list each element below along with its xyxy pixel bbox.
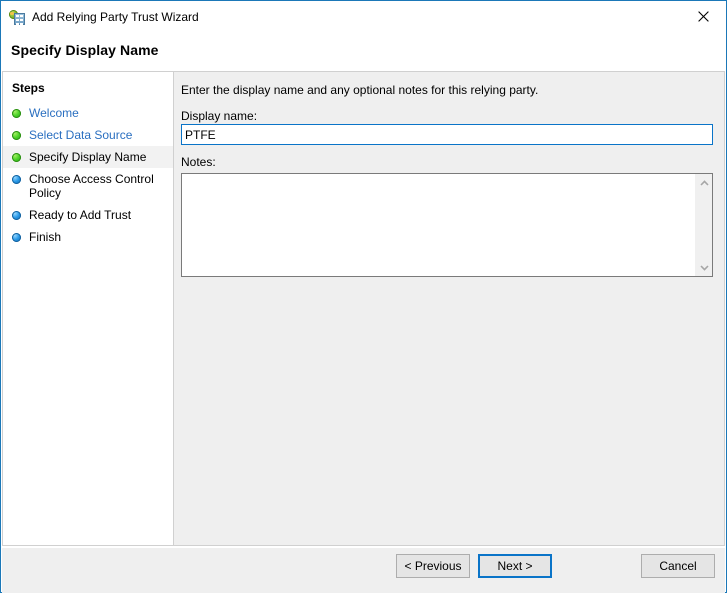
step-bullet-icon [12,109,21,118]
relying-party-trust-icon [9,9,25,25]
step-bullet-icon [12,175,21,184]
steps-heading: Steps [12,81,45,95]
next-button[interactable]: Next > [478,554,552,578]
sidebar-item-choose-access-control-policy[interactable]: Choose Access Control Policy [3,168,173,204]
step-bullet-icon [12,233,21,242]
sidebar-item-finish[interactable]: Finish [3,226,173,248]
cancel-button[interactable]: Cancel [641,554,715,578]
wizard-window: Add Relying Party Trust Wizard Specify D… [0,0,727,593]
instruction-text: Enter the display name and any optional … [181,83,539,97]
wizard-body: Steps Welcome Select Data Source Specify… [2,71,725,546]
page-title: Specify Display Name [11,42,159,58]
chevron-up-icon[interactable] [696,174,713,191]
notes-scrollbar[interactable] [695,174,712,276]
notes-label: Notes: [181,155,216,169]
sidebar-item-welcome[interactable]: Welcome [3,102,173,124]
chevron-down-icon[interactable] [696,259,713,276]
step-label: Specify Display Name [29,150,147,164]
previous-button[interactable]: < Previous [396,554,470,578]
step-bullet-icon [12,131,21,140]
step-label: Welcome [29,106,79,120]
step-label: Ready to Add Trust [29,208,132,222]
sidebar-item-ready-to-add-trust[interactable]: Ready to Add Trust [3,204,173,226]
step-bullet-icon [12,153,21,162]
content-pane: Enter the display name and any optional … [174,72,724,545]
button-bar: < Previous Next > Cancel [2,547,725,593]
title-bar: Add Relying Party Trust Wizard [1,1,726,32]
steps-list: Welcome Select Data Source Specify Displ… [3,102,173,248]
step-label: Choose Access Control Policy [29,172,154,200]
close-icon[interactable] [681,1,726,31]
steps-pane: Steps Welcome Select Data Source Specify… [3,72,174,545]
step-label: Finish [29,230,62,244]
display-name-label: Display name: [181,109,258,123]
sidebar-item-specify-display-name[interactable]: Specify Display Name [3,146,173,168]
step-label: Select Data Source [29,128,133,142]
header-band: Specify Display Name [1,32,726,71]
display-name-input[interactable] [181,124,713,145]
window-title: Add Relying Party Trust Wizard [32,9,199,24]
step-bullet-icon [12,211,21,220]
notes-textarea[interactable] [181,173,713,277]
sidebar-item-select-data-source[interactable]: Select Data Source [3,124,173,146]
